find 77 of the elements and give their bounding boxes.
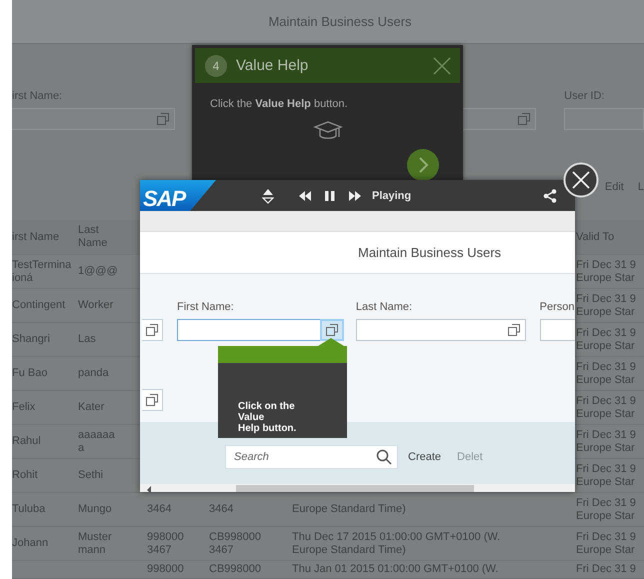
search-field[interactable]: Search bbox=[225, 445, 398, 469]
field-label: Last Name: bbox=[356, 301, 414, 314]
table-cell: 3464 bbox=[209, 503, 234, 516]
field-label: First Name: bbox=[177, 301, 235, 314]
rewind-icon[interactable] bbox=[298, 190, 312, 202]
table-cell: Shangri bbox=[12, 333, 50, 346]
table-cell: Kater bbox=[78, 401, 104, 414]
table-cell: Fri Dec 31 9 Europe Star bbox=[576, 360, 636, 386]
value-help-button[interactable] bbox=[320, 319, 344, 341]
table-cell: aaaaaa a bbox=[78, 428, 115, 454]
page-title: Maintain Business Users bbox=[268, 14, 412, 30]
input-field[interactable] bbox=[177, 319, 344, 341]
scroll-left-icon[interactable] bbox=[146, 486, 152, 492]
input-field[interactable] bbox=[356, 319, 526, 341]
value-help-icon[interactable] bbox=[142, 389, 163, 411]
toolbar-button[interactable]: Create bbox=[408, 451, 442, 463]
table-cell: Muster mann bbox=[78, 530, 112, 556]
table-cell: Thu Jan 01 2015 01:00:00 GMT+0100 (W. bbox=[292, 563, 498, 576]
table-cell: 3464 bbox=[147, 503, 172, 516]
field-label: User ID: bbox=[564, 90, 606, 104]
popover-title: Value Help bbox=[236, 57, 310, 74]
value-help-icon bbox=[324, 323, 339, 337]
column-header: Valid To bbox=[576, 230, 614, 244]
table-cell: 998000 3467 bbox=[147, 530, 184, 556]
table-cell: TestTermina ioná bbox=[12, 258, 72, 284]
table-cell: Las bbox=[78, 333, 96, 346]
table-cell: CB998000 bbox=[209, 563, 261, 576]
table-cell: Rahul bbox=[12, 435, 41, 448]
step-number: 4 bbox=[205, 54, 227, 76]
share-icon[interactable] bbox=[543, 188, 557, 202]
close-button[interactable] bbox=[563, 162, 599, 198]
field-label: Person bbox=[540, 301, 575, 314]
table-cell: Fri Dec 31 9 Europe Star bbox=[576, 428, 636, 454]
table-cell: Tuluba bbox=[12, 503, 46, 516]
column-header: Last Name bbox=[78, 224, 108, 250]
table-cell: panda bbox=[78, 367, 109, 380]
table-cell: Sethi bbox=[78, 469, 104, 482]
table-cell: 998000 bbox=[147, 563, 184, 576]
toolbar-button[interactable]: Edit bbox=[604, 180, 624, 193]
input-field[interactable] bbox=[12, 108, 175, 130]
search-icon[interactable] bbox=[376, 449, 392, 465]
fast-forward-icon[interactable] bbox=[348, 190, 362, 202]
value-help-icon bbox=[506, 323, 521, 337]
table-cell: Fri Dec 31 9 Europe Star bbox=[576, 292, 636, 318]
scrollbar-thumb[interactable] bbox=[236, 485, 474, 492]
table-cell: Fri Dec 31 9 Europe Star bbox=[576, 496, 636, 522]
table-cell: 1@@@ bbox=[78, 265, 118, 278]
table-cell: Worker bbox=[78, 299, 114, 312]
instruction-text: Click the Value Help button. bbox=[210, 98, 349, 110]
table-cell: Thu Dec 17 2015 01:00:00 GMT+0100 (W. Europe Standard Time) bbox=[292, 530, 500, 556]
table-cell: Fri Dec 31 9 bbox=[576, 563, 636, 576]
table-cell: Fri Dec 31 9 Europe Star bbox=[576, 394, 636, 420]
table-cell: Fri Dec 31 9 Europe Star bbox=[576, 530, 636, 556]
pause-icon[interactable] bbox=[324, 190, 336, 202]
table-cell: Contingent bbox=[12, 299, 66, 312]
callout-text: Click on the Value Help button. bbox=[238, 401, 298, 434]
graduation-cap-icon bbox=[312, 120, 342, 142]
close-icon[interactable] bbox=[432, 56, 452, 76]
screen-title: Maintain Business Users bbox=[358, 245, 502, 260]
table-cell: Mungo bbox=[78, 503, 112, 516]
table-cell: Johann bbox=[12, 537, 48, 550]
table-cell: Fri Dec 31 9 Europe Star bbox=[576, 258, 636, 284]
table-cell: CB998000 3467 bbox=[209, 530, 261, 556]
input-field[interactable] bbox=[540, 319, 575, 341]
playback-status: Playing bbox=[372, 190, 412, 202]
value-help-icon[interactable] bbox=[142, 319, 163, 341]
next-button[interactable] bbox=[406, 148, 440, 182]
table-cell: Fu Bao bbox=[12, 367, 48, 380]
toolbar-button[interactable]: L bbox=[638, 180, 644, 193]
column-header: irst Name bbox=[12, 230, 60, 244]
table-cell: Felix bbox=[12, 401, 36, 414]
logo: SAP bbox=[140, 180, 216, 211]
table-cell: Rohit bbox=[12, 469, 38, 482]
table-cell: Fri Dec 31 9 Europe Star bbox=[576, 462, 636, 488]
up-down-icon[interactable] bbox=[262, 188, 274, 204]
table-cell: Fri Dec 31 9 Europe Star bbox=[576, 326, 636, 352]
table-cell: Europe Standard Time) bbox=[292, 503, 406, 516]
